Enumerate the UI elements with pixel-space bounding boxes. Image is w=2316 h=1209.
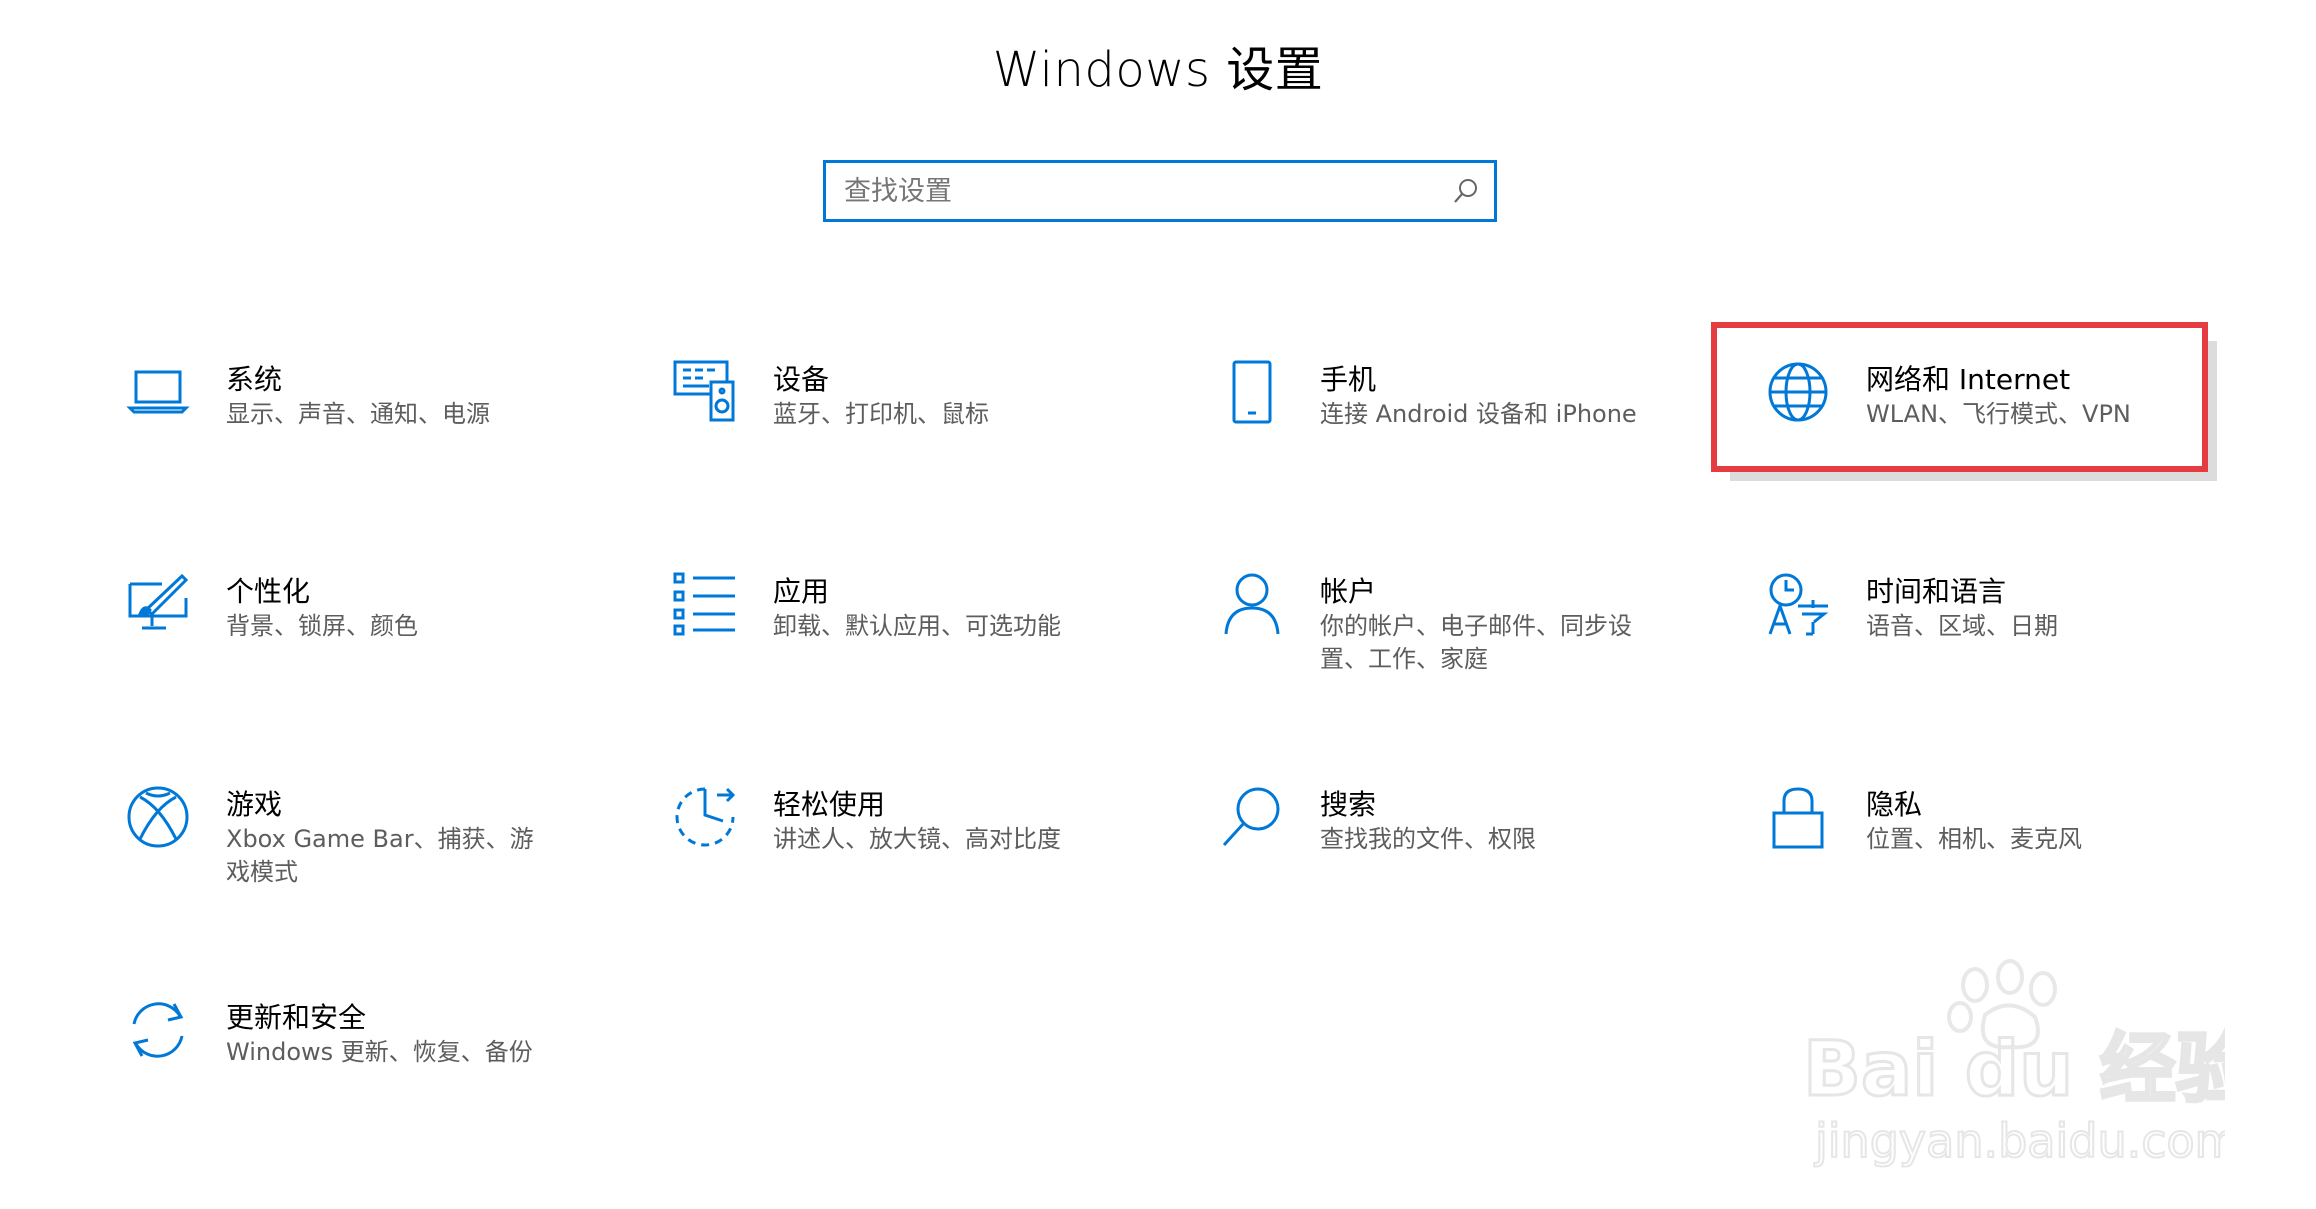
- tile-ease-of-access-title: 轻松使用: [773, 788, 886, 821]
- phone-icon: [1220, 360, 1284, 424]
- apps-list-icon: [673, 572, 737, 636]
- ease-of-access-icon: [673, 785, 737, 849]
- tile-privacy-title: 隐私: [1866, 788, 1923, 821]
- watermark-brand: Bai du 经验: [1803, 1024, 2225, 1113]
- tile-ease-of-access[interactable]: 轻松使用 讲述人、放大镜、高对比度: [673, 785, 1193, 925]
- tile-update-security-desc: Windows 更新、恢复、备份: [226, 1038, 533, 1066]
- tile-update-security-title: 更新和安全: [226, 1001, 367, 1034]
- search-magnifier-icon: [1220, 785, 1284, 849]
- tile-system[interactable]: 系统 显示、声音、通知、电源: [126, 360, 646, 500]
- search-icon[interactable]: [1452, 177, 1480, 205]
- tile-phone-title: 手机: [1320, 363, 1377, 396]
- tile-time-language-desc: 语音、区域、日期: [1866, 612, 2058, 640]
- xbox-icon: [126, 785, 190, 849]
- tile-search[interactable]: 搜索 查找我的文件、权限: [1220, 785, 1740, 925]
- tile-apps[interactable]: 应用 卸载、默认应用、可选功能: [673, 572, 1193, 712]
- tile-accounts-title: 帐户: [1320, 575, 1377, 608]
- sync-icon: [126, 998, 190, 1062]
- lock-icon: [1766, 785, 1830, 849]
- tile-search-title: 搜索: [1320, 788, 1377, 821]
- tile-devices-title: 设备: [773, 363, 830, 396]
- devices-icon: [673, 360, 737, 424]
- tile-gaming[interactable]: 游戏 Xbox Game Bar、捕获、游戏模式: [126, 785, 646, 925]
- tile-personalization-title: 个性化: [226, 575, 311, 608]
- paw-logo-icon: [1947, 959, 2057, 1050]
- tile-time-language[interactable]: 时间和语言 语音、区域、日期: [1766, 572, 2286, 712]
- tile-privacy-desc: 位置、相机、麦克风: [1866, 825, 2082, 853]
- personalization-icon: [126, 572, 190, 636]
- tile-personalization-desc: 背景、锁屏、颜色: [226, 612, 418, 640]
- tile-update-security[interactable]: 更新和安全 Windows 更新、恢复、备份: [126, 998, 646, 1138]
- laptop-icon: [126, 360, 190, 424]
- tile-accounts-desc: 你的帐户、电子邮件、同步设置、工作、家庭: [1320, 612, 1632, 673]
- search-input[interactable]: [844, 163, 1444, 219]
- tile-system-title: 系统: [226, 363, 283, 396]
- tile-gaming-title: 游戏: [226, 788, 283, 821]
- tile-ease-of-access-desc: 讲述人、放大镜、高对比度: [773, 825, 1061, 853]
- highlight-box: [1711, 322, 2208, 472]
- search-box[interactable]: [823, 160, 1497, 222]
- tile-apps-desc: 卸载、默认应用、可选功能: [773, 612, 1061, 640]
- person-icon: [1220, 572, 1284, 636]
- tile-privacy[interactable]: 隐私 位置、相机、麦克风: [1766, 785, 2286, 925]
- tile-gaming-desc: Xbox Game Bar、捕获、游戏模式: [226, 825, 534, 886]
- watermark-url: jingyan.baidu.com: [1814, 1114, 2225, 1168]
- tile-search-desc: 查找我的文件、权限: [1320, 825, 1536, 853]
- tile-phone-desc: 连接 Android 设备和 iPhone: [1320, 400, 1637, 428]
- tile-accounts[interactable]: 帐户 你的帐户、电子邮件、同步设置、工作、家庭: [1220, 572, 1740, 712]
- tile-personalization[interactable]: 个性化 背景、锁屏、颜色: [126, 572, 646, 712]
- tile-apps-title: 应用: [773, 575, 830, 608]
- tile-phone[interactable]: 手机 连接 Android 设备和 iPhone: [1220, 360, 1740, 500]
- tile-time-language-title: 时间和语言: [1866, 575, 2007, 608]
- tile-system-desc: 显示、声音、通知、电源: [226, 400, 490, 428]
- tile-devices-desc: 蓝牙、打印机、鼠标: [773, 400, 989, 428]
- watermark: Bai du 经验 jingyan.baidu.com: [1802, 959, 2225, 1169]
- page-title: Windows 设置: [992, 42, 1324, 98]
- time-language-icon: [1766, 572, 1830, 636]
- tile-devices[interactable]: 设备 蓝牙、打印机、鼠标: [673, 360, 1193, 500]
